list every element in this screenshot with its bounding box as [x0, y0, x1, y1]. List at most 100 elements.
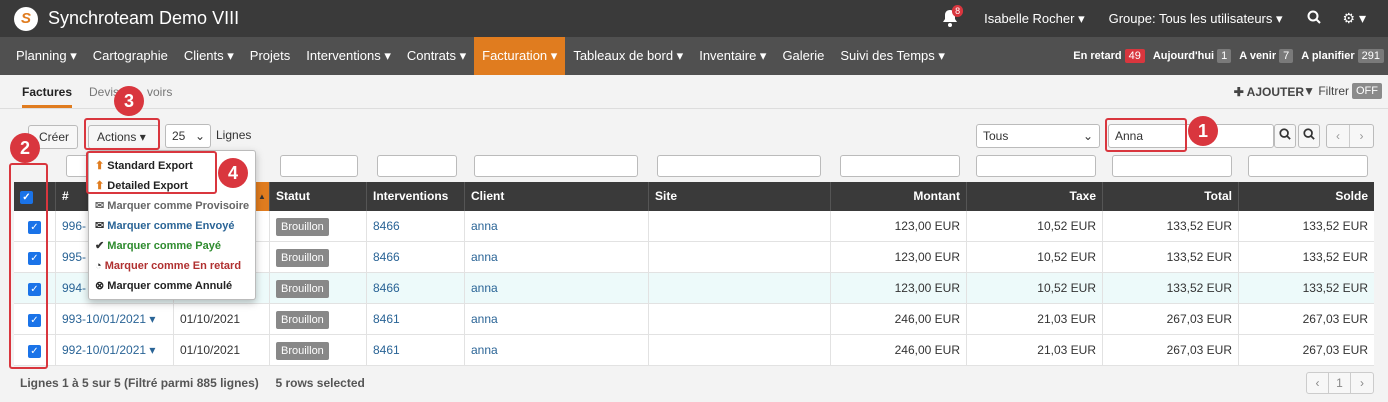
menu-cartographie[interactable]: Cartographie — [85, 37, 176, 75]
col-client[interactable]: Client — [465, 182, 649, 211]
envelope-icon: ✉ — [95, 200, 105, 212]
page-size-select[interactable]: 25 ⌄ — [165, 124, 211, 148]
col-solde[interactable]: Solde — [1239, 182, 1374, 211]
menu-tableaux-de-bord[interactable]: Tableaux de bord ▾ — [565, 37, 691, 75]
status-badge: Brouillon — [276, 342, 329, 360]
counter-aujourdhui[interactable]: Aujourd'hui 1 — [1153, 49, 1232, 63]
solde-cell: 267,03 EUR — [1302, 343, 1368, 357]
advanced-search-button[interactable] — [1298, 124, 1320, 148]
status-filter-select[interactable]: Tous ⌄ — [976, 124, 1100, 148]
filter-toggle[interactable]: ▼ Filtrer OFF — [1303, 83, 1382, 99]
invoice-number[interactable]: 993-10/01/2021 ▾ — [56, 304, 174, 335]
filter-total[interactable] — [1112, 155, 1232, 177]
search-icon[interactable] — [1307, 10, 1321, 27]
next-page-icon[interactable]: › — [1350, 125, 1373, 147]
filter-solde[interactable] — [1248, 155, 1368, 177]
menu-item-provisoire[interactable]: ✉ Marquer comme Provisoire — [95, 196, 249, 216]
app-logo[interactable]: S — [14, 6, 38, 31]
menu-interventions[interactable]: Interventions ▾ — [298, 37, 399, 75]
status-badge: Brouillon — [276, 249, 329, 267]
filter-interventions[interactable] — [377, 155, 457, 177]
chevron-down-icon: ⌄ — [194, 129, 205, 143]
menu-item-paye[interactable]: ✔ Marquer comme Payé — [95, 236, 221, 256]
highlight-exports — [86, 151, 217, 194]
menu-suivi-des-temps[interactable]: Suivi des Temps ▾ — [832, 37, 953, 75]
site-cell — [649, 211, 831, 242]
intervention-link[interactable]: 8466 — [367, 242, 465, 273]
montant-cell: 123,00 EUR — [831, 273, 967, 304]
counter-en-retard[interactable]: En retard 49 — [1073, 49, 1145, 63]
menu-item-annule[interactable]: ⊗ Marquer comme Annulé — [95, 276, 232, 296]
search-button[interactable] — [1274, 124, 1296, 148]
counter-a-planifier[interactable]: A planifier 291 — [1301, 49, 1384, 63]
counter-a-venir[interactable]: A venir 7 — [1239, 49, 1294, 63]
col-total[interactable]: Total — [1103, 182, 1239, 211]
job-counters: En retard 49 Aujourd'hui 1 A venir 7 A plan… — [1065, 37, 1384, 75]
col-montant[interactable]: Montant — [831, 182, 967, 211]
status-badge: Brouillon — [276, 218, 329, 236]
settings-gear-icon[interactable]: ⚙ ▾ — [1343, 10, 1366, 27]
tab-avoirs[interactable]: voirs — [147, 85, 172, 99]
total-cell: 133,52 EUR — [1103, 211, 1239, 242]
menu-facturation[interactable]: Facturation ▾ — [474, 37, 566, 75]
filter-icon: ▼ — [1303, 84, 1315, 98]
montant-cell: 246,00 EUR — [831, 335, 967, 366]
col-statut[interactable]: Statut — [270, 182, 367, 211]
filter-site[interactable] — [657, 155, 821, 177]
invoice-date: 01/10/2021 — [174, 304, 270, 335]
prev-page-icon[interactable]: ‹ — [1307, 373, 1329, 393]
user-menu[interactable]: Isabelle Rocher ▾ — [984, 11, 1084, 27]
menu-projets[interactable]: Projets — [242, 37, 298, 75]
sub-tabs: Factures Devis voirs ✚ AJOUTER ▼ Filtrer… — [0, 75, 1388, 109]
menu-item-envoye[interactable]: ✉ Marquer comme Envoyé — [95, 216, 234, 236]
client-link[interactable]: anna — [465, 304, 649, 335]
filter-statut[interactable] — [280, 155, 358, 177]
menu-contrats[interactable]: Contrats ▾ — [399, 37, 474, 75]
filter-client[interactable] — [474, 155, 638, 177]
callout-2: 2 — [10, 133, 40, 163]
montant-cell: 123,00 EUR — [831, 211, 967, 242]
taxe-cell: 10,52 EUR — [967, 242, 1103, 273]
menu-clients[interactable]: Clients ▾ — [176, 37, 242, 75]
next-page-icon[interactable]: › — [1351, 373, 1373, 393]
selection-summary: 5 rows selected — [275, 376, 365, 390]
solde-cell: 267,03 EUR — [1302, 312, 1368, 326]
table-row[interactable]: ✓ 993-10/01/2021 ▾ 01/10/2021 Brouillon … — [14, 304, 1374, 335]
filter-taxe[interactable] — [976, 155, 1096, 177]
menu-galerie[interactable]: Galerie — [774, 37, 832, 75]
client-link[interactable]: anna — [465, 273, 649, 304]
tab-factures[interactable]: Factures — [22, 85, 73, 108]
invoice-date: 01/10/2021 — [174, 335, 270, 366]
client-link[interactable]: anna — [465, 335, 649, 366]
col-interventions[interactable]: Interventions — [367, 182, 465, 211]
clock-icon: ◔ — [95, 260, 102, 272]
menu-item-en-retard[interactable]: ◔ Marquer comme En retard — [95, 256, 241, 276]
menu-inventaire[interactable]: Inventaire ▾ — [691, 37, 774, 75]
taxe-cell: 10,52 EUR — [967, 273, 1103, 304]
table-footer: Lignes 1 à 5 sur 5 (Filtré parmi 885 lig… — [20, 376, 365, 390]
group-menu[interactable]: Groupe: Tous les utilisateurs ▾ — [1109, 11, 1283, 27]
page-number[interactable]: 1 — [1329, 373, 1351, 393]
notification-bell-icon[interactable]: 8 — [942, 4, 964, 29]
client-link[interactable]: anna — [465, 242, 649, 273]
filter-montant[interactable] — [840, 155, 960, 177]
bottom-pager: ‹ 1 › — [1306, 372, 1374, 394]
prev-page-icon[interactable]: ‹ — [1327, 125, 1351, 147]
taxe-cell: 21,03 EUR — [967, 335, 1103, 366]
table-row[interactable]: ✓ 992-10/01/2021 ▾ 01/10/2021 Brouillon … — [14, 335, 1374, 366]
highlight-actions — [84, 118, 160, 150]
col-taxe[interactable]: Taxe — [967, 182, 1103, 211]
client-link[interactable]: anna — [465, 211, 649, 242]
menu-planning[interactable]: Planning ▾ — [8, 37, 85, 75]
site-cell — [649, 242, 831, 273]
site-cell — [649, 304, 831, 335]
intervention-link[interactable]: 8461 — [367, 335, 465, 366]
top-bar: S Synchroteam Demo VIII 8 Isabelle Roche… — [0, 0, 1388, 37]
intervention-link[interactable]: 8466 — [367, 273, 465, 304]
ajouter-button[interactable]: ✚ AJOUTER — [1234, 85, 1304, 99]
invoice-number[interactable]: 992-10/01/2021 ▾ — [56, 335, 174, 366]
col-site[interactable]: Site — [649, 182, 831, 211]
intervention-link[interactable]: 8466 — [367, 211, 465, 242]
callout-3: 3 — [114, 86, 144, 116]
intervention-link[interactable]: 8461 — [367, 304, 465, 335]
